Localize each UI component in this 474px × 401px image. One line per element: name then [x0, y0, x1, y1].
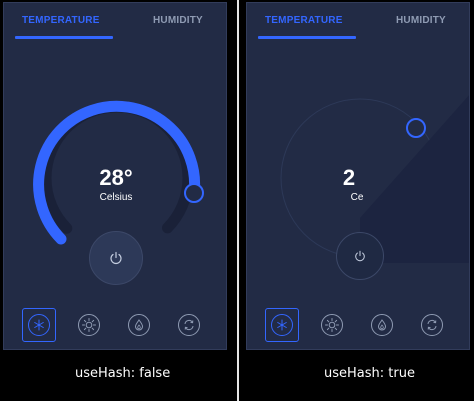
dial-handle	[406, 118, 426, 138]
flame-icon	[134, 319, 144, 331]
mode-fire-button[interactable]	[365, 308, 399, 342]
mode-heat-button[interactable]	[72, 308, 106, 342]
mode-heat-button[interactable]	[315, 308, 349, 342]
caption-right: useHash: true	[324, 366, 415, 381]
mode-cool-button[interactable]	[22, 308, 56, 342]
power-icon	[355, 250, 365, 262]
temperature-value-partial: 2	[342, 165, 356, 190]
snowflake-icon	[277, 319, 287, 331]
thermostat-panel-left: TEMPERATURE HUMIDITY 28° Celsius	[3, 2, 227, 350]
temperature-value: 28°	[99, 165, 133, 190]
mode-auto-button[interactable]	[172, 308, 206, 342]
mode-selector	[247, 308, 469, 348]
refresh-icon	[427, 319, 437, 331]
flame-icon	[377, 319, 387, 331]
sun-icon	[325, 318, 339, 332]
snowflake-icon	[34, 319, 44, 331]
thermostat-panel-right: TEMPERATURE HUMIDITY 2 Ce	[246, 2, 470, 350]
mode-auto-button[interactable]	[415, 308, 449, 342]
caption-left: useHash: false	[75, 366, 171, 381]
sun-icon	[82, 318, 96, 332]
power-icon	[110, 251, 122, 265]
divider	[237, 0, 239, 401]
temperature-unit-partial: Ce	[350, 192, 364, 203]
mode-cool-button[interactable]	[265, 308, 299, 342]
temperature-unit: Celsius	[99, 192, 133, 203]
mode-fire-button[interactable]	[122, 308, 156, 342]
mode-selector	[4, 308, 226, 348]
power-button[interactable]	[336, 232, 384, 280]
refresh-icon	[184, 319, 194, 331]
power-button[interactable]	[89, 231, 143, 285]
